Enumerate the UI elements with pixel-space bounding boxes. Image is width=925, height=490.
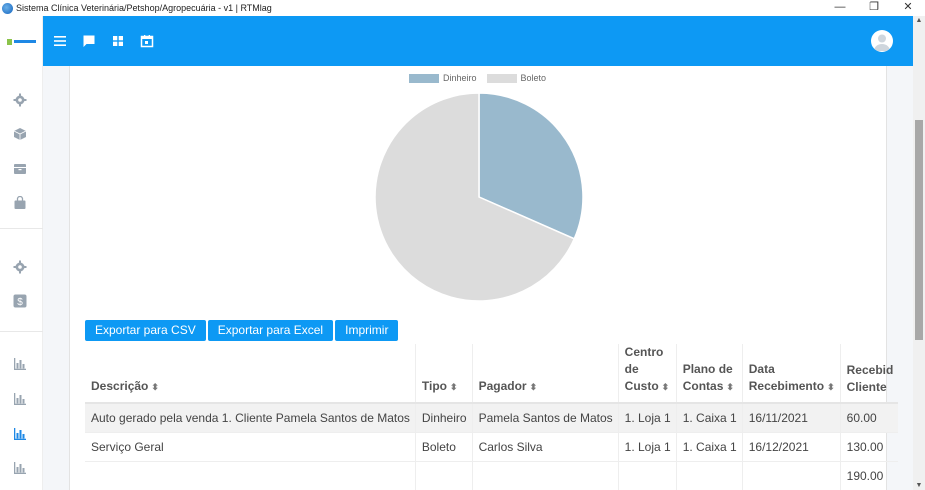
table-cell: Serviço Geral <box>85 431 416 461</box>
pie-chart <box>374 92 584 302</box>
sort-icon[interactable]: ⬍ <box>151 382 159 392</box>
svg-text:$: $ <box>17 297 23 308</box>
column-header-label: Descrição <box>91 379 149 393</box>
table-cell: 1. Loja 1 <box>617 402 677 432</box>
column-header[interactable]: Tipo ⬍ <box>414 344 473 404</box>
table-cell <box>85 460 416 490</box>
bar-chart-icon-active[interactable] <box>13 427 27 441</box>
column-header-label: Data <box>748 362 775 376</box>
scrollbar-thumb[interactable] <box>915 120 923 340</box>
table-cell: Boleto <box>414 431 473 461</box>
table-cell: 16/12/2021 <box>741 431 841 461</box>
sort-icon[interactable]: ⬍ <box>530 382 538 392</box>
bar-chart-icon[interactable] <box>13 392 27 406</box>
sidebar-divider <box>0 331 43 332</box>
table-cell: 1. Loja 1 <box>617 431 677 461</box>
column-header[interactable]: Plano de Contas ⬍ <box>675 344 743 404</box>
user-icon <box>874 34 890 51</box>
receipts-table: Descrição ⬍ Tipo ⬍ Pagador ⬍ Centro de Custo ⬍ Pla… <box>85 344 899 490</box>
user-avatar[interactable] <box>871 30 893 52</box>
column-header[interactable]: Descrição ⬍ <box>85 344 416 404</box>
gear-icon[interactable] <box>13 93 27 107</box>
restore-button[interactable]: ❐ <box>857 0 891 16</box>
export-excel-button[interactable]: Exportar para Excel <box>207 320 334 341</box>
table-cell: 1. Caixa 1 <box>675 402 743 432</box>
column-header-label: Tipo <box>421 379 447 393</box>
grid-icon[interactable] <box>111 34 125 48</box>
table-cell <box>741 460 841 490</box>
table-cell <box>675 460 743 490</box>
legend-item-boleto[interactable]: Boleto <box>486 73 546 83</box>
bar-chart-icon[interactable] <box>13 357 27 371</box>
column-header-label: Cliente <box>846 380 887 394</box>
table-cell: 130.00 <box>839 431 899 461</box>
column-header-label: de <box>624 362 639 376</box>
column-header-label: Centro <box>624 345 664 359</box>
chat-icon[interactable] <box>82 34 96 48</box>
table-cell: 60.00 <box>839 402 899 432</box>
column-header-label: Pagador <box>478 379 527 393</box>
column-header-label: Recebimento <box>748 379 825 393</box>
gear-icon[interactable] <box>13 260 27 274</box>
table-cell: Auto gerado pela venda 1. Cliente Pamela… <box>85 402 416 432</box>
column-header-label: Recebid <box>846 363 894 377</box>
column-header-label: Plano de <box>682 362 733 376</box>
column-header[interactable]: Data Recebimento ⬍ <box>741 344 841 404</box>
column-header[interactable]: Centro de Custo ⬍ <box>617 344 677 404</box>
table-cell: 190.00 <box>839 460 899 490</box>
sidebar: $ <box>0 16 43 490</box>
report-card: Dinheiro Boleto Exportar para CSV Export… <box>69 66 899 490</box>
print-button[interactable]: Imprimir <box>335 320 399 341</box>
window-title: Sistema Clínica Veterinária/Petshop/Agro… <box>16 3 272 13</box>
column-header-label: Custo <box>624 379 659 393</box>
export-toolbar: Exportar para CSV Exportar para Excel Im… <box>85 320 400 341</box>
table-row[interactable]: Serviço Geral Boleto Carlos Silva 1. Loja 1… <box>85 431 899 461</box>
table-cell <box>414 460 473 490</box>
close-button[interactable]: ✕ <box>891 0 925 16</box>
dollar-icon[interactable]: $ <box>13 294 27 308</box>
archive-icon[interactable] <box>13 162 27 176</box>
calendar-icon[interactable] <box>140 34 154 48</box>
sort-icon[interactable]: ⬍ <box>726 382 734 392</box>
table-cell: Pamela Santos de Matos <box>471 402 619 432</box>
chart-legend: Dinheiro Boleto <box>409 73 556 83</box>
main-content: Dinheiro Boleto Exportar para CSV Export… <box>43 66 913 490</box>
menu-icon[interactable] <box>53 34 67 48</box>
legend-item-dinheiro[interactable]: Dinheiro <box>409 73 477 83</box>
sort-icon[interactable]: ⬍ <box>827 382 835 392</box>
column-header-label: Contas <box>682 379 724 393</box>
bag-icon[interactable] <box>13 196 27 210</box>
window-titlebar: Sistema Clínica Veterinária/Petshop/Agro… <box>0 0 925 16</box>
app-icon <box>2 2 13 14</box>
export-csv-button[interactable]: Exportar para CSV <box>85 320 206 341</box>
table-total-row[interactable]: 190.00 <box>85 460 899 490</box>
table-cell: 1. Caixa 1 <box>675 431 743 461</box>
top-navbar <box>43 16 913 66</box>
brand-logo <box>7 38 37 45</box>
table-cell: Dinheiro <box>414 402 473 432</box>
column-header[interactable]: Pagador ⬍ <box>471 344 619 404</box>
minimize-button[interactable]: — <box>823 0 857 16</box>
table-cell <box>617 460 677 490</box>
scroll-up-arrow[interactable]: ▲ <box>913 17 925 24</box>
vertical-scrollbar[interactable]: ▲ ▼ <box>913 16 925 490</box>
bar-chart-icon[interactable] <box>13 461 27 475</box>
sort-icon[interactable]: ⬍ <box>450 382 458 392</box>
table-cell: Carlos Silva <box>471 431 619 461</box>
column-header[interactable]: Recebid Cliente <box>839 344 899 404</box>
table-row[interactable]: Auto gerado pela venda 1. Cliente Pamela… <box>85 402 899 432</box>
sidebar-divider <box>0 228 43 229</box>
scroll-down-arrow[interactable]: ▼ <box>913 482 925 489</box>
table-cell <box>471 460 619 490</box>
table-cell: 16/11/2021 <box>741 402 841 432</box>
cube-icon[interactable] <box>13 127 27 141</box>
sort-icon[interactable]: ⬍ <box>662 382 670 392</box>
